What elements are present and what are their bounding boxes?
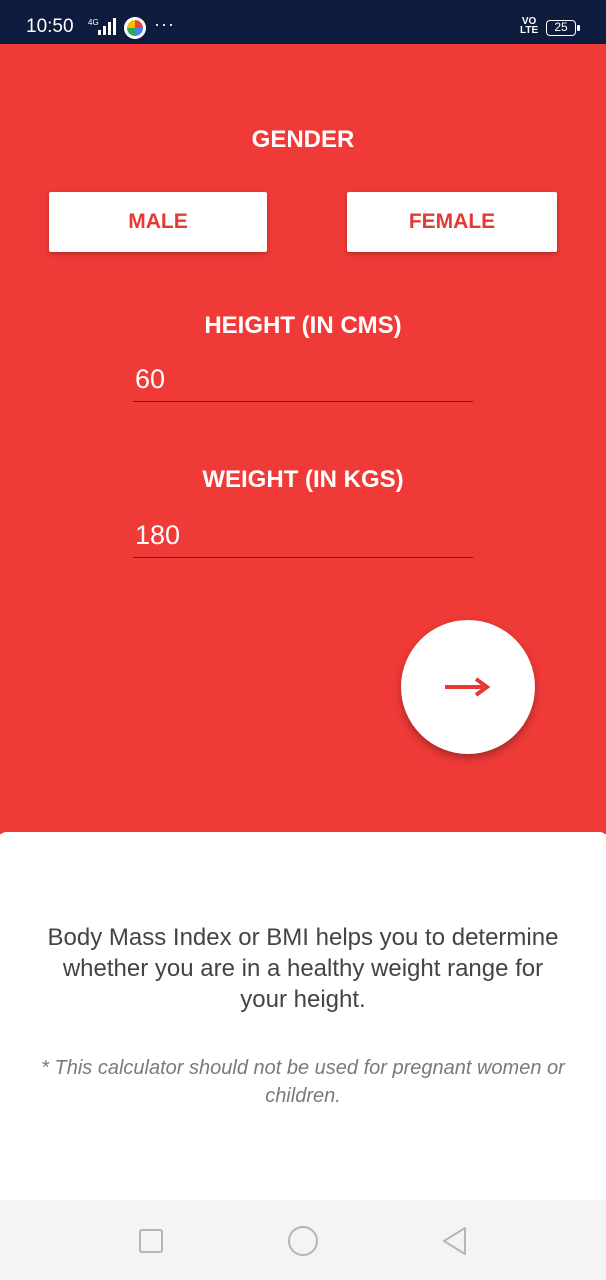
- recent-apps-icon[interactable]: [134, 1224, 168, 1258]
- height-input[interactable]: [133, 358, 473, 401]
- gender-label: GENDER: [251, 126, 355, 153]
- status-time: 10:50: [26, 16, 74, 37]
- volte-indicator: VO LTE: [520, 17, 539, 36]
- volte-line2: LTE: [520, 25, 539, 36]
- weight-field[interactable]: [133, 514, 473, 558]
- bmi-description: Body Mass Index or BMI helps you to dete…: [47, 924, 559, 1013]
- bmi-input-panel: GENDER MALE FEMALE HEIGHT (IN CMS) WEIGH…: [0, 44, 606, 834]
- battery-level: 25: [554, 20, 568, 34]
- height-label: HEIGHT (IN CMS): [204, 312, 402, 339]
- photos-app-icon: [124, 17, 146, 39]
- home-icon[interactable]: [286, 1224, 320, 1258]
- battery-icon: 25: [546, 20, 580, 36]
- back-icon[interactable]: [438, 1224, 472, 1258]
- height-field[interactable]: [133, 358, 473, 402]
- male-button[interactable]: MALE: [49, 192, 267, 252]
- network-type-label: 4G: [88, 18, 99, 27]
- calculate-button[interactable]: [401, 620, 535, 754]
- signal-icon: 4G: [88, 18, 116, 35]
- system-navigation-bar: [0, 1200, 606, 1280]
- female-button[interactable]: FEMALE: [347, 192, 557, 252]
- info-card: Body Mass Index or BMI helps you to dete…: [0, 832, 606, 1202]
- bmi-disclaimer: * This calculator should not be used for…: [41, 1057, 565, 1107]
- status-bar: 10:50 4G ··· VO LTE 25: [0, 0, 606, 44]
- arrow-right-icon: [445, 677, 491, 697]
- weight-label: WEIGHT (IN KGS): [202, 466, 404, 493]
- weight-input[interactable]: [133, 514, 473, 557]
- overflow-dots-icon: ···: [154, 14, 175, 34]
